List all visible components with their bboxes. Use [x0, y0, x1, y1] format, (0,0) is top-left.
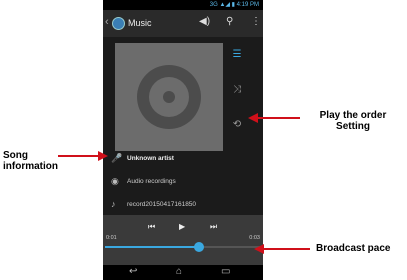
order-setting-callout: Play the order Setting	[319, 110, 387, 132]
song-info-callout: Song information	[3, 150, 58, 172]
callout-arrows	[58, 113, 310, 254]
broadcast-pace-callout: Broadcast pace	[316, 243, 391, 254]
